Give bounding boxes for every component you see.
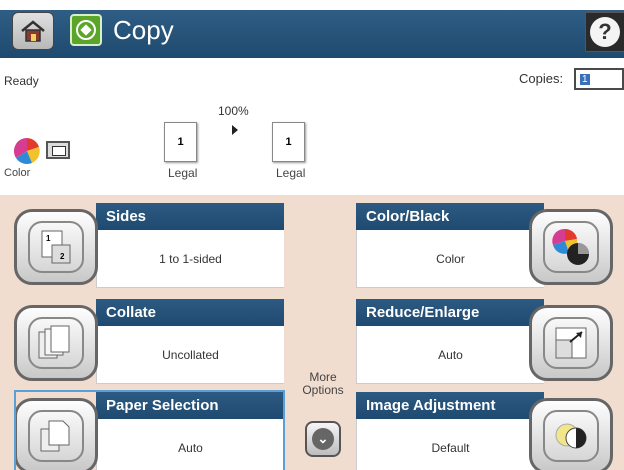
collate-title: Collate	[96, 299, 284, 326]
image-adjustment-icon	[529, 398, 613, 470]
color-mode-icon	[13, 137, 40, 165]
color-label: Color	[4, 167, 31, 179]
copy-app-icon	[70, 14, 102, 46]
sides-icon: 1 2	[14, 209, 98, 285]
status-area: Ready Copies: 1 100% Color 1 Legal 1 Leg…	[0, 58, 624, 188]
output-size-label: Legal	[276, 166, 306, 180]
title-bar: Copy ?	[0, 0, 624, 58]
original-size-label: Legal	[168, 166, 198, 180]
reduce-enlarge-title: Reduce/Enlarge	[356, 299, 544, 326]
reduce-enlarge-tile[interactable]: Reduce/Enlarge Auto	[356, 299, 624, 384]
zoom-level: 100%	[218, 104, 249, 118]
image-adjustment-value: Default	[356, 419, 544, 470]
selection-highlight	[14, 390, 285, 470]
scan-mode-icon	[46, 141, 70, 159]
color-black-tile[interactable]: Color/Black Color	[356, 203, 624, 288]
original-page-thumbnail: 1	[164, 122, 197, 162]
output-page-thumbnail: 1	[272, 122, 305, 162]
arrow-right-icon	[232, 125, 238, 135]
sides-value: 1 to 1-sided	[96, 230, 284, 288]
image-adjustment-tile[interactable]: Image Adjustment Default	[356, 392, 624, 470]
color-black-value: Color	[356, 230, 544, 288]
svg-text:2: 2	[60, 252, 65, 261]
sides-tile[interactable]: Sides 1 to 1-sided 1 2	[0, 203, 284, 288]
collate-tile[interactable]: Collate Uncollated	[0, 299, 284, 384]
app-title: Copy	[113, 15, 174, 45]
settings-panel: Sides 1 to 1-sided 1 2 Color/Black Color	[0, 195, 624, 470]
home-icon	[21, 20, 45, 42]
collate-icon	[14, 305, 98, 381]
copies-label: Copies:	[519, 71, 564, 86]
help-button[interactable]: ?	[585, 12, 624, 52]
reduce-enlarge-icon	[529, 305, 613, 381]
chevron-down-icon: ⌄	[312, 428, 334, 450]
color-black-title: Color/Black	[356, 203, 544, 230]
home-button[interactable]	[12, 12, 54, 50]
status-text: Ready	[4, 74, 39, 88]
copies-input[interactable]: 1	[574, 68, 624, 90]
copies-value: 1	[580, 73, 590, 85]
image-adjustment-title: Image Adjustment	[356, 392, 544, 419]
reduce-enlarge-value: Auto	[356, 326, 544, 384]
collate-value: Uncollated	[96, 326, 284, 384]
help-icon: ?	[590, 17, 620, 47]
sides-title: Sides	[96, 203, 284, 230]
more-options-label: More Options	[298, 371, 348, 397]
color-black-icon	[529, 209, 613, 285]
more-options-line2: Options	[302, 383, 344, 397]
more-options-button[interactable]: ⌄	[305, 421, 341, 457]
svg-text:1: 1	[46, 234, 51, 243]
